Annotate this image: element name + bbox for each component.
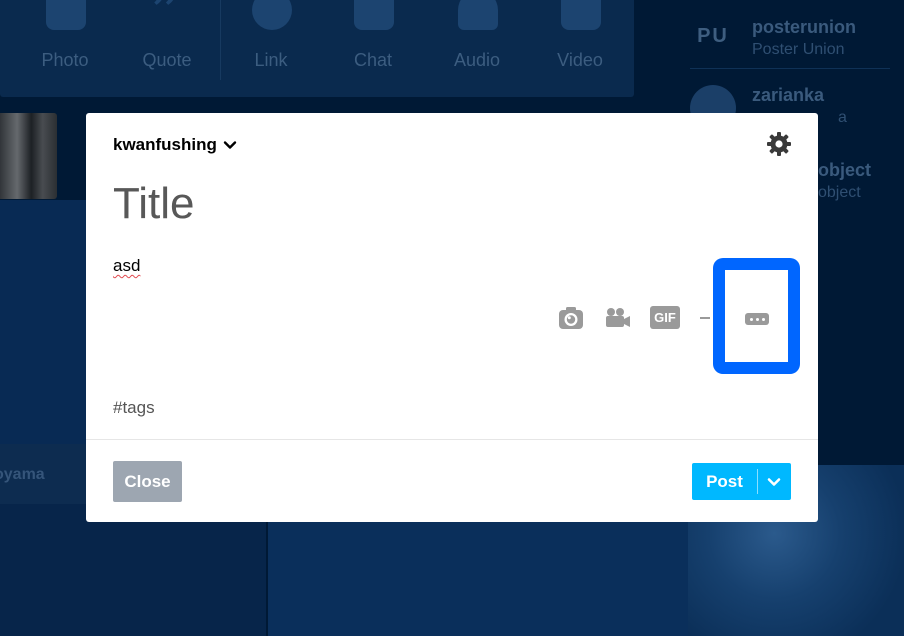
post-type-link[interactable]: Link (226, 0, 316, 97)
link-icon (252, 0, 292, 30)
post-type-audio[interactable]: Audio (432, 0, 522, 97)
svg-text:”: ” (150, 0, 181, 30)
post-type-quote[interactable]: ” Quote (122, 0, 212, 97)
post-type-label: Video (557, 50, 603, 70)
divider (86, 439, 818, 440)
post-tile (0, 504, 266, 636)
post-tile (268, 504, 688, 636)
gif-button[interactable]: GIF (650, 303, 680, 333)
post-type-label: Photo (41, 50, 89, 70)
divider (690, 68, 890, 69)
chevron-down-icon[interactable] (766, 474, 782, 490)
camera-icon (46, 0, 86, 30)
chat-icon (354, 0, 394, 30)
sidebar-blog-name: zarianka (752, 85, 825, 105)
body-text-field[interactable]: asd (113, 256, 140, 276)
blog-name: kwanfushing (113, 135, 217, 154)
post-type-label: Audio (453, 50, 501, 70)
post-type-label: Quote (142, 50, 192, 70)
divider (220, 0, 221, 80)
sidebar-blog-name: posterunion (752, 17, 856, 37)
ellipsis-icon (745, 313, 769, 325)
post-type-label: Chat (353, 50, 393, 70)
camera-icon[interactable] (556, 303, 586, 333)
divider (757, 469, 758, 494)
post-type-label: Link (254, 50, 288, 70)
title-input[interactable]: Title (113, 179, 613, 235)
post-type-chat[interactable]: Chat (328, 0, 418, 97)
post-image-panel (0, 200, 86, 444)
post-type-video[interactable]: Video (535, 0, 625, 97)
video-camera-icon (561, 0, 601, 30)
gear-icon[interactable] (766, 131, 792, 157)
post-button-label: Post (706, 472, 743, 491)
gif-label: GIF (650, 306, 680, 329)
avatar-text: PU (697, 25, 729, 47)
post-type-bar: Photo ” Quote Link Chat Audio Video (0, 0, 634, 97)
sidebar-blog-name: object (818, 160, 872, 180)
sidebar-blog-subtitle: Poster Union (752, 41, 845, 58)
headphones-icon (458, 0, 498, 30)
post-photo-thumbnail (0, 113, 57, 199)
post-button[interactable]: Post (692, 463, 791, 500)
more-options-button[interactable] (713, 258, 800, 374)
close-button[interactable]: Close (113, 461, 182, 502)
sidebar-blog-subtitle: a (838, 109, 847, 126)
sidebar-blog-subtitle: object (818, 184, 861, 201)
avatar: PU (690, 13, 736, 59)
post-author-strip: oyama (0, 444, 86, 504)
post-type-photo[interactable]: Photo (20, 0, 110, 97)
video-camera-icon[interactable] (602, 303, 632, 333)
post-editor-modal: kwanfushing Title asd GIF #tags Close Po… (86, 113, 818, 522)
toolbar-connector (700, 317, 710, 319)
chevron-down-icon (223, 141, 237, 149)
quote-icon: ” (148, 0, 188, 49)
tags-input[interactable]: #tags (113, 398, 155, 418)
sidebar-blog-posterunion[interactable]: PU posterunion Poster Union (690, 5, 904, 65)
blog-selector[interactable]: kwanfushing (113, 134, 237, 156)
post-author-name: oyama (0, 466, 45, 483)
